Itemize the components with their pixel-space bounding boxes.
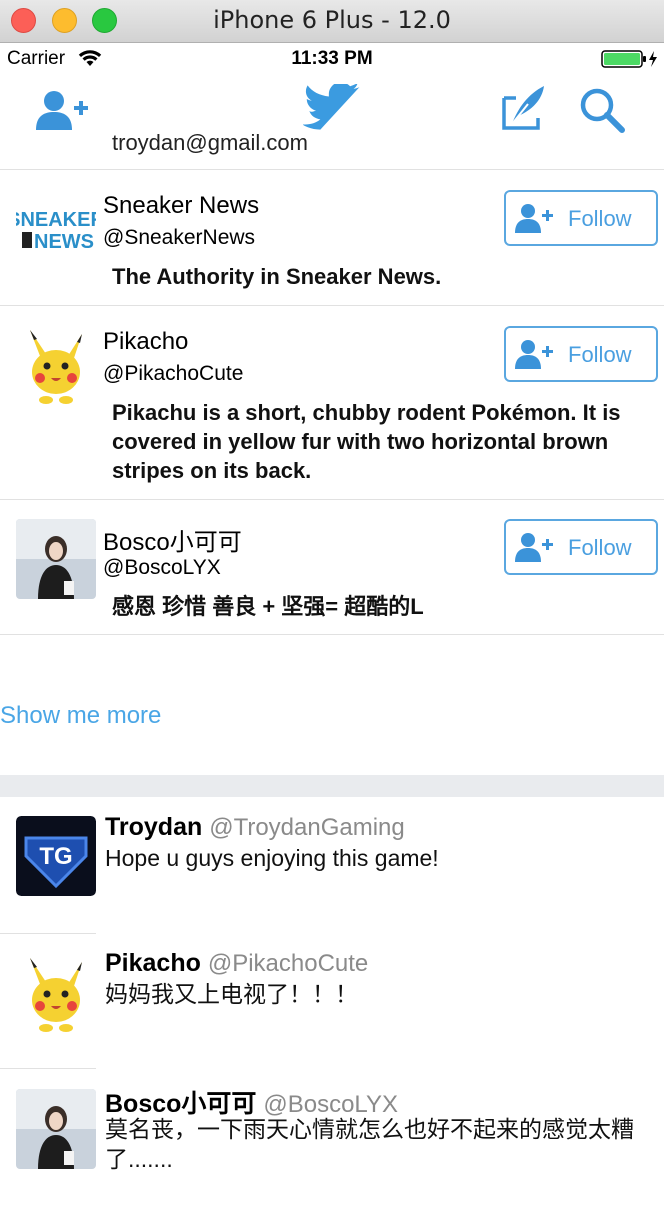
user-handle: @PikachoCute bbox=[103, 362, 244, 385]
user-bio: 感恩 珍惜 善良 + 坚强= 超酷的L bbox=[112, 594, 424, 619]
add-user-icon bbox=[515, 204, 553, 233]
user-handle: @SneakerNews bbox=[103, 226, 256, 249]
window-title: iPhone 6 Plus - 12.0 bbox=[213, 6, 451, 34]
suggestion-row-bosco[interactable]: Bosco小可可 @BoscoLYX 感恩 珍惜 善良 + 坚强= 超酷的L F… bbox=[0, 500, 664, 634]
tweet-text: 莫名丧，一下雨天心情就怎么也好不起来的感觉太糟了....... bbox=[105, 1116, 634, 1172]
twitter-bird-icon[interactable] bbox=[303, 84, 361, 134]
user-name: Sneaker News bbox=[103, 192, 260, 219]
tweet-pikacho[interactable]: Pikacho @PikachoCute 妈妈我又上电视了！！！ bbox=[0, 934, 664, 1068]
pikachu-avatar bbox=[16, 326, 96, 406]
status-bar: Carrier 11:33 PM bbox=[0, 43, 664, 75]
tweet-text: Hope u guys enjoying this game! bbox=[105, 845, 439, 871]
tweet-author: Pikacho @PikachoCute bbox=[105, 949, 368, 978]
follow-label: Follow bbox=[568, 535, 632, 560]
user-name: Bosco小可可 bbox=[103, 529, 242, 556]
add-user-icon bbox=[515, 340, 553, 369]
tweet-text: 妈妈我又上电视了！！！ bbox=[105, 981, 358, 1007]
follow-label: Follow bbox=[568, 206, 632, 231]
tweet-author-name: Pikacho bbox=[105, 949, 201, 977]
show-more-link[interactable]: Show me more bbox=[0, 702, 161, 730]
row-divider bbox=[0, 634, 664, 635]
tweet-author-name: Troydan bbox=[105, 813, 203, 841]
status-time: 11:33 PM bbox=[291, 48, 373, 69]
add-user-icon[interactable] bbox=[34, 88, 90, 132]
user-name: Pikacho bbox=[103, 328, 189, 355]
tweet-author-handle: @PikachoCute bbox=[207, 950, 369, 977]
tweet-author: Troydan @TroydanGaming bbox=[105, 813, 405, 842]
pikachu-avatar bbox=[16, 954, 96, 1034]
clipped-previous-bio: troydan@gmail.com bbox=[112, 130, 308, 155]
tweet-troydan[interactable]: TG Troydan @TroydanGaming Hope u guys en… bbox=[0, 798, 664, 934]
svg-text:SNEAKER: SNEAKER bbox=[16, 209, 96, 231]
suggestion-row-sneaker-news[interactable]: SNEAKER NEWS Sneaker News @SneakerNews T… bbox=[0, 170, 664, 305]
tweet-author-handle: @TroydanGaming bbox=[209, 814, 405, 841]
svg-text:TG: TG bbox=[39, 843, 72, 870]
section-separator bbox=[0, 775, 664, 797]
suggestion-row-pikacho[interactable]: Pikacho @PikachoCute Pikachu is a short,… bbox=[0, 306, 664, 499]
user-bio: The Authority in Sneaker News. bbox=[112, 264, 442, 289]
simulator-title-bar: iPhone 6 Plus - 12.0 bbox=[0, 0, 664, 43]
battery-icon bbox=[601, 50, 657, 68]
bosco-avatar bbox=[16, 1089, 96, 1169]
follow-button[interactable]: Follow bbox=[504, 519, 658, 575]
follow-label: Follow bbox=[568, 342, 632, 367]
bosco-avatar bbox=[16, 519, 96, 599]
compose-icon[interactable] bbox=[498, 84, 548, 134]
sneaker-news-avatar: SNEAKER NEWS bbox=[16, 192, 96, 272]
user-handle: @BoscoLYX bbox=[103, 556, 221, 579]
svg-text:NEWS: NEWS bbox=[34, 231, 94, 253]
add-user-icon bbox=[515, 533, 553, 562]
troydan-avatar: TG bbox=[16, 816, 96, 896]
tweet-bosco[interactable]: Bosco小可可 @BoscoLYX 莫名丧，一下雨天心情就怎么也好不起来的感觉… bbox=[0, 1069, 664, 1232]
user-bio: Pikachu is a short, chubby rodent Pokémo… bbox=[112, 400, 621, 483]
follow-button[interactable]: Follow bbox=[504, 326, 658, 382]
follow-button[interactable]: Follow bbox=[504, 190, 658, 246]
search-icon[interactable] bbox=[576, 84, 628, 136]
